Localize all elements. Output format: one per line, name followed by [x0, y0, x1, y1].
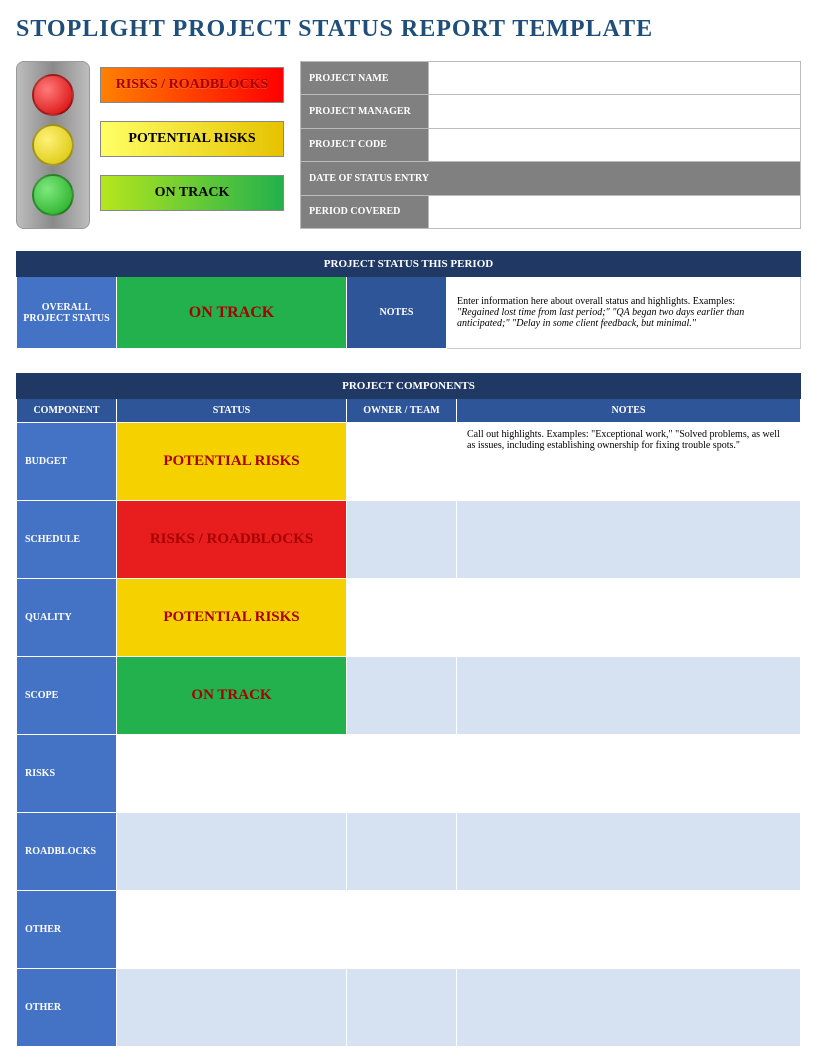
component-status [117, 969, 347, 1047]
meta-value-period-covered[interactable] [429, 195, 801, 228]
component-label: SCHEDULE [17, 501, 117, 579]
meta-value-project-manager[interactable] [429, 95, 801, 128]
stoplight-yellow-icon [32, 124, 74, 166]
legend-green: ON TRACK [100, 175, 284, 211]
stoplight-red-icon [32, 74, 74, 116]
component-status [117, 891, 347, 969]
status-table: PROJECT STATUS THIS PERIOD OVERALL PROJE… [16, 251, 801, 349]
component-status: POTENTIAL RISKS [117, 423, 347, 501]
component-notes[interactable] [457, 969, 801, 1047]
meta-label-project-manager: PROJECT MANAGER [301, 95, 429, 128]
table-row: SCOPEON TRACK [17, 657, 801, 735]
meta-label-period-covered: PERIOD COVERED [301, 195, 429, 228]
stoplight-legend: RISKS / ROADBLOCKS POTENTIAL RISKS ON TR… [16, 61, 284, 229]
component-label: ROADBLOCKS [17, 813, 117, 891]
components-table: PROJECT COMPONENTS COMPONENT STATUS OWNE… [16, 373, 801, 1047]
component-notes[interactable] [457, 813, 801, 891]
table-row: OTHER [17, 969, 801, 1047]
component-owner[interactable] [347, 501, 457, 579]
overall-notes-label: NOTES [347, 277, 447, 349]
component-status [117, 735, 347, 813]
meta-value-project-code[interactable] [429, 128, 801, 161]
component-status [117, 813, 347, 891]
col-status: STATUS [117, 399, 347, 423]
notes-example: "Regained lost time from last period;" "… [457, 307, 744, 329]
legend-yellow: POTENTIAL RISKS [100, 121, 284, 157]
component-label: RISKS [17, 735, 117, 813]
component-label: SCOPE [17, 657, 117, 735]
table-row: ROADBLOCKS [17, 813, 801, 891]
meta-table: PROJECT NAME PROJECT MANAGER PROJECT COD… [300, 61, 801, 229]
components-section-header: PROJECT COMPONENTS [17, 374, 801, 399]
component-owner[interactable] [347, 735, 457, 813]
component-notes[interactable] [457, 735, 801, 813]
component-status: ON TRACK [117, 657, 347, 735]
component-owner[interactable] [347, 579, 457, 657]
stoplight-icon [16, 61, 90, 229]
table-row: BUDGETPOTENTIAL RISKS Call out highlights… [17, 423, 801, 501]
col-owner: OWNER / TEAM [347, 399, 457, 423]
component-notes[interactable] [457, 579, 801, 657]
status-section-header: PROJECT STATUS THIS PERIOD [17, 252, 801, 277]
table-row: SCHEDULERISKS / ROADBLOCKS [17, 501, 801, 579]
component-notes[interactable]: Call out highlights. Examples: "Exceptio… [457, 423, 801, 501]
overall-status-label: OVERALL PROJECT STATUS [17, 277, 117, 349]
component-label: BUDGET [17, 423, 117, 501]
overall-notes-value[interactable]: Enter information here about overall sta… [447, 277, 801, 349]
component-owner[interactable] [347, 969, 457, 1047]
notes-intro: Enter information here about overall sta… [457, 296, 735, 307]
component-status: POTENTIAL RISKS [117, 579, 347, 657]
component-owner[interactable] [347, 657, 457, 735]
table-row: OTHER [17, 891, 801, 969]
overall-status-value: ON TRACK [117, 277, 347, 349]
top-section: RISKS / ROADBLOCKS POTENTIAL RISKS ON TR… [16, 61, 801, 229]
component-label: OTHER [17, 969, 117, 1047]
table-row: QUALITYPOTENTIAL RISKS [17, 579, 801, 657]
component-notes[interactable] [457, 657, 801, 735]
component-notes[interactable] [457, 891, 801, 969]
component-status: RISKS / ROADBLOCKS [117, 501, 347, 579]
meta-label-project-name: PROJECT NAME [301, 62, 429, 95]
component-notes[interactable] [457, 501, 801, 579]
component-label: QUALITY [17, 579, 117, 657]
page-title: STOPLIGHT PROJECT STATUS REPORT TEMPLATE [16, 16, 801, 43]
meta-value-project-name[interactable] [429, 62, 801, 95]
meta-label-project-code: PROJECT CODE [301, 128, 429, 161]
col-notes: NOTES [457, 399, 801, 423]
table-row: RISKS [17, 735, 801, 813]
component-label: OTHER [17, 891, 117, 969]
stoplight-green-icon [32, 174, 74, 216]
col-component: COMPONENT [17, 399, 117, 423]
component-owner[interactable] [347, 891, 457, 969]
legend-items: RISKS / ROADBLOCKS POTENTIAL RISKS ON TR… [100, 61, 284, 211]
legend-red: RISKS / ROADBLOCKS [100, 67, 284, 103]
component-owner[interactable] [347, 813, 457, 891]
component-owner[interactable] [347, 423, 457, 501]
meta-label-date-of-status: DATE OF STATUS ENTRY [301, 162, 801, 195]
